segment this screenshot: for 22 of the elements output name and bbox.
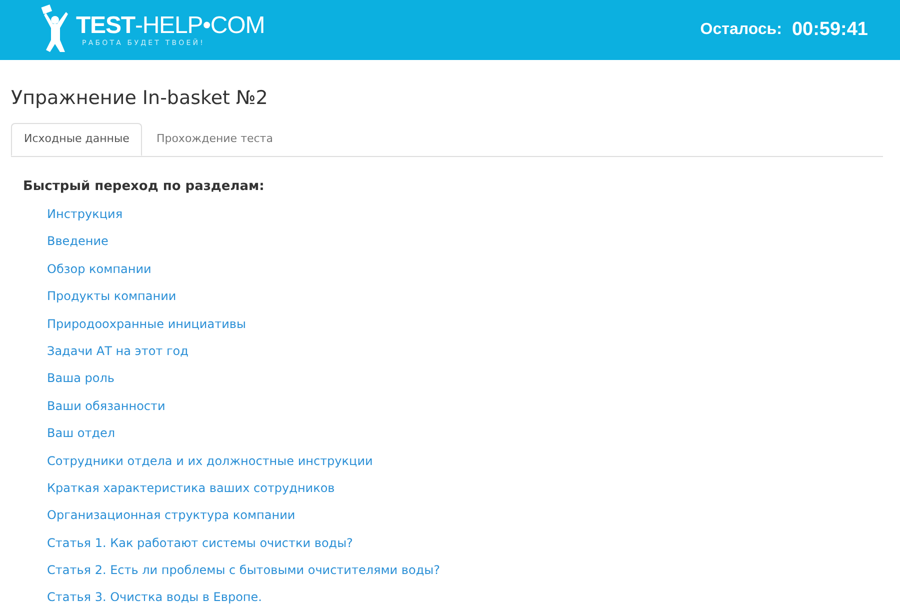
section-link[interactable]: Продукты компании <box>47 288 176 316</box>
section-link[interactable]: Ваш отдел <box>47 425 116 453</box>
section-link[interactable]: Инструкция <box>47 206 123 234</box>
tab[interactable]: Прохождение теста <box>142 122 287 156</box>
logo-text: TEST-HELP•COM <box>76 14 265 38</box>
section-link[interactable]: Статья 3. Очистка воды в Европе. <box>47 589 262 610</box>
section-link[interactable]: Природоохранные инициативы <box>47 316 246 343</box>
section-link[interactable]: Ваши обязанности <box>47 398 166 426</box>
tab[interactable]: Исходные данные <box>11 122 142 156</box>
section-link[interactable]: Задачи АТ на этот год <box>47 342 188 370</box>
page-title: Упражнение In-basket №2 <box>11 86 269 111</box>
section-link[interactable]: Статья 1. Как работают системы очистки воды? <box>47 534 353 562</box>
section-link[interactable]: Статья 2. Есть ли проблемы с бытовыми очистителями воды? <box>47 562 440 590</box>
section-link[interactable]: Ваша роль <box>47 370 114 398</box>
section-link[interactable]: Обзор компании <box>47 260 152 288</box>
section-link[interactable]: Краткая характеристика ваших сотрудников <box>47 480 335 508</box>
timer: 00:59:41 <box>792 18 868 42</box>
section-heading: Быстрый переход по разделам: <box>23 178 266 196</box>
section-link[interactable]: Организационная структура компании <box>47 507 296 535</box>
timer-label: Осталось: <box>700 20 782 40</box>
section-link[interactable]: Введение <box>47 233 108 261</box>
section-link[interactable]: Сотрудники отдела и их должностные инструкции <box>47 452 373 480</box>
